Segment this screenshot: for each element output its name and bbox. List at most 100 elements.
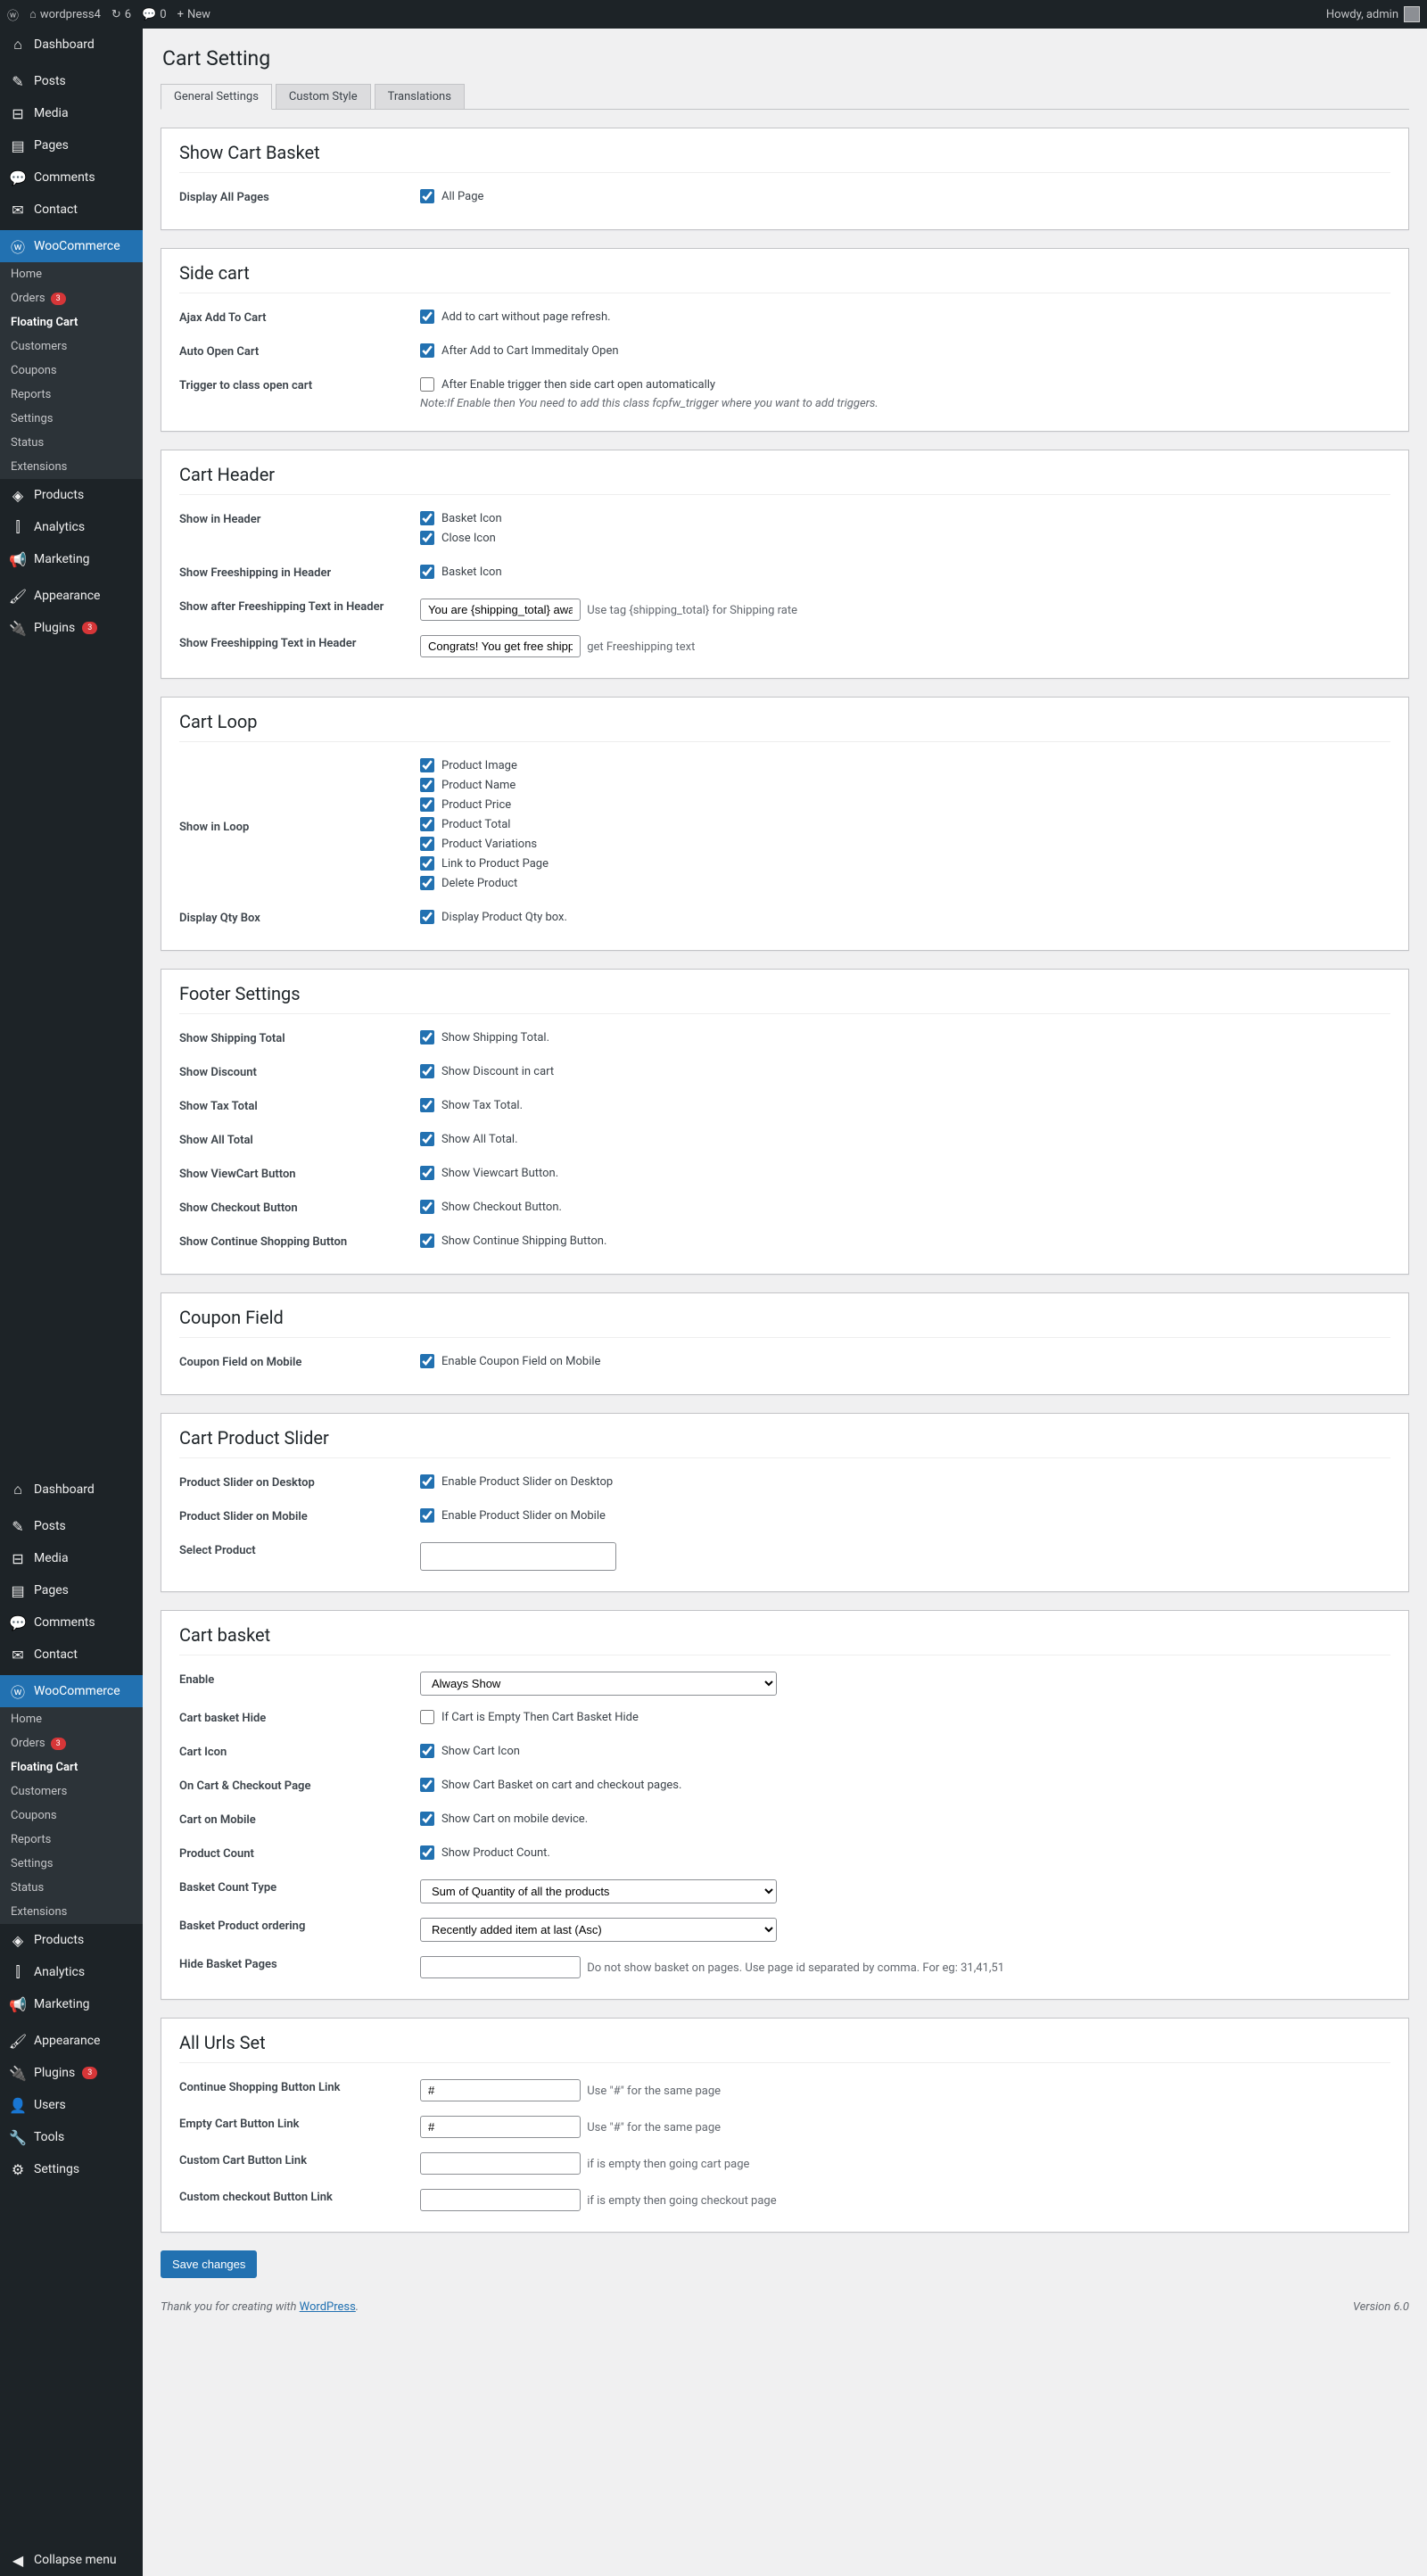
submenu-settings[interactable]: Settings (0, 407, 143, 431)
wp-logo[interactable]: ⓦ (7, 6, 19, 23)
ajax-checkbox[interactable] (420, 310, 434, 324)
loop-item-checkbox[interactable] (420, 856, 434, 871)
slider-mobile-checkbox[interactable] (420, 1508, 434, 1523)
menu-appearance[interactable]: 🖌Appearance (0, 580, 143, 612)
menu-comments[interactable]: 💬Comments (0, 161, 143, 194)
menu-users[interactable]: 👤Users (0, 2089, 143, 2121)
menu-posts[interactable]: ✎Posts (0, 65, 143, 97)
save-button[interactable]: Save changes (161, 2250, 257, 2278)
count-type-select[interactable]: Sum of Quantity of all the products (420, 1879, 777, 1903)
cart-mobile-checkbox[interactable] (420, 1812, 434, 1826)
loop-item-checkbox[interactable] (420, 797, 434, 812)
menu-pages[interactable]: ▤Pages (0, 129, 143, 161)
basket-icon-checkbox[interactable] (420, 511, 434, 525)
footer-checkbox[interactable] (420, 1234, 434, 1248)
menu-marketing[interactable]: 📢Marketing (0, 1988, 143, 2020)
loop-item-checkbox[interactable] (420, 817, 434, 831)
submenu-status[interactable]: Status (0, 431, 143, 455)
footer-checkbox[interactable] (420, 1132, 434, 1146)
menu-tools[interactable]: 🔧Tools (0, 2121, 143, 2153)
submenu-coupons[interactable]: Coupons (0, 1804, 143, 1828)
menu-dashboard[interactable]: ⌂Dashboard (0, 1474, 143, 1506)
menu-woocommerce[interactable]: ⓦWooCommerce (0, 1675, 143, 1707)
appearance-icon: 🖌 (9, 587, 27, 605)
menu-pages[interactable]: ▤Pages (0, 1574, 143, 1606)
menu-media[interactable]: ⊟Media (0, 1542, 143, 1574)
updates-link[interactable]: ↻6 (111, 8, 131, 21)
footer-checkbox[interactable] (420, 1030, 434, 1044)
tab-translations[interactable]: Translations (375, 84, 465, 110)
menu-plugins[interactable]: 🔌Plugins 3 (0, 612, 143, 644)
submenu-floating-cart[interactable]: Floating Cart (0, 1755, 143, 1779)
collapse-menu[interactable]: ◀Collapse menu (0, 2544, 143, 2576)
ordering-select[interactable]: Recently added item at last (Asc) (420, 1918, 777, 1942)
select-product-input[interactable] (420, 1542, 616, 1571)
submenu-customers[interactable]: Customers (0, 334, 143, 359)
custom-cart-link-input[interactable] (420, 2152, 581, 2175)
close-icon-checkbox[interactable] (420, 531, 434, 545)
slider-desktop-checkbox[interactable] (420, 1474, 434, 1489)
footer-checkbox[interactable] (420, 1098, 434, 1112)
submenu-reports[interactable]: Reports (0, 383, 143, 407)
continue-link-input[interactable] (420, 2079, 581, 2101)
auto-open-checkbox[interactable] (420, 343, 434, 358)
submenu-home[interactable]: Home (0, 262, 143, 286)
menu-marketing[interactable]: 📢Marketing (0, 543, 143, 575)
menu-products[interactable]: ◈Products (0, 1924, 143, 1956)
loop-item-checkbox[interactable] (420, 837, 434, 851)
footer-checkbox[interactable] (420, 1200, 434, 1214)
menu-analytics[interactable]: ⫿Analytics (0, 511, 143, 543)
menu-woocommerce[interactable]: ⓦWooCommerce (0, 230, 143, 262)
comments-link[interactable]: 💬0 (142, 8, 167, 21)
submenu-orders[interactable]: Orders 3 (0, 1731, 143, 1755)
menu-analytics[interactable]: ⫿Analytics (0, 1956, 143, 1988)
submenu-reports[interactable]: Reports (0, 1828, 143, 1852)
menu-contact[interactable]: ✉Contact (0, 1639, 143, 1671)
product-count-checkbox[interactable] (420, 1845, 434, 1860)
submenu-extensions[interactable]: Extensions (0, 1900, 143, 1924)
menu-products[interactable]: ◈Products (0, 479, 143, 511)
enable-select[interactable]: Always Show (420, 1672, 777, 1696)
tab-general[interactable]: General Settings (161, 84, 272, 110)
footer-checkbox[interactable] (420, 1064, 434, 1078)
submenu-orders[interactable]: Orders 3 (0, 286, 143, 310)
menu-media[interactable]: ⊟Media (0, 97, 143, 129)
custom-checkout-link-input[interactable] (420, 2189, 581, 2211)
menu-dashboard[interactable]: ⌂Dashboard (0, 29, 143, 61)
submenu-coupons[interactable]: Coupons (0, 359, 143, 383)
empty-cart-link-input[interactable] (420, 2116, 581, 2138)
submenu-extensions[interactable]: Extensions (0, 455, 143, 479)
menu-comments[interactable]: 💬Comments (0, 1606, 143, 1639)
qty-checkbox[interactable] (420, 910, 434, 924)
loop-item-checkbox[interactable] (420, 758, 434, 772)
menu-posts[interactable]: ✎Posts (0, 1510, 143, 1542)
site-link[interactable]: ⌂wordpress4 (29, 7, 101, 21)
all-page-checkbox[interactable] (420, 189, 434, 203)
loop-item-checkbox[interactable] (420, 778, 434, 792)
new-link[interactable]: +New (177, 8, 210, 21)
menu-contact[interactable]: ✉Contact (0, 194, 143, 226)
after-freeship-input[interactable] (420, 599, 581, 621)
freeship-checkbox[interactable] (420, 565, 434, 579)
menu-settings-menu[interactable]: ⚙Settings (0, 2153, 143, 2185)
submenu-customers[interactable]: Customers (0, 1779, 143, 1804)
checkbox-label: Link to Product Page (441, 857, 549, 871)
footer-checkbox[interactable] (420, 1166, 434, 1180)
trigger-checkbox[interactable] (420, 377, 434, 392)
coupon-checkbox[interactable] (420, 1354, 434, 1368)
hide-pages-input[interactable] (420, 1956, 581, 1978)
wordpress-link[interactable]: WordPress (300, 2300, 356, 2314)
menu-plugins[interactable]: 🔌Plugins 3 (0, 2057, 143, 2089)
submenu-floating-cart[interactable]: Floating Cart (0, 310, 143, 334)
account-menu[interactable]: Howdy, admin (1326, 6, 1420, 22)
submenu-home[interactable]: Home (0, 1707, 143, 1731)
submenu-settings[interactable]: Settings (0, 1852, 143, 1876)
hide-checkbox[interactable] (420, 1710, 434, 1724)
checkout-page-checkbox[interactable] (420, 1778, 434, 1792)
loop-item-checkbox[interactable] (420, 876, 434, 890)
menu-appearance[interactable]: 🖌Appearance (0, 2025, 143, 2057)
submenu-status[interactable]: Status (0, 1876, 143, 1900)
freeship-text-input[interactable] (420, 635, 581, 657)
cart-icon-checkbox[interactable] (420, 1744, 434, 1758)
tab-custom-style[interactable]: Custom Style (276, 84, 371, 110)
